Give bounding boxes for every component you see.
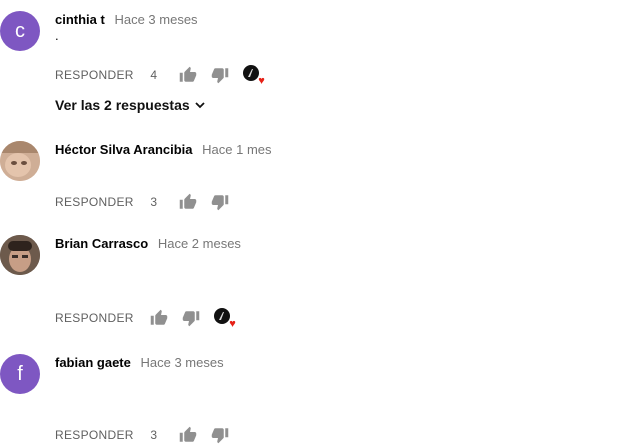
comment-time[interactable]: Hace 3 meses (114, 12, 197, 27)
thumb-up-icon[interactable] (179, 426, 197, 444)
avatar-letter: c (15, 19, 25, 42)
view-replies-button[interactable]: Ver las 2 respuestas (55, 97, 206, 113)
comment-author[interactable]: cinthia t (55, 12, 105, 27)
reply-button[interactable]: RESPONDER (55, 428, 134, 442)
creator-heart-icon: ♥ (242, 65, 265, 87)
comment-author[interactable]: Brian Carrasco (55, 236, 148, 251)
thumb-down-icon[interactable] (211, 193, 229, 211)
reply-button[interactable]: RESPONDER (55, 68, 134, 82)
heart-icon: ♥ (229, 318, 236, 330)
like-count: 3 (150, 428, 158, 442)
comment-time[interactable]: Hace 2 meses (158, 236, 241, 251)
comment-author[interactable]: fabian gaete (55, 355, 131, 370)
avatar-letter: f (17, 362, 23, 385)
thumb-up-icon[interactable] (179, 66, 197, 84)
comment-author[interactable]: Héctor Silva Arancibia (55, 142, 193, 157)
avatar[interactable] (0, 235, 40, 275)
reply-button[interactable]: RESPONDER (55, 195, 134, 209)
avatar[interactable]: c (0, 11, 40, 51)
avatar[interactable]: f (0, 354, 40, 394)
creator-avatar (242, 65, 259, 81)
thumb-down-icon[interactable] (211, 66, 229, 84)
creator-heart-icon: ♥ (213, 308, 236, 330)
thumb-down-icon[interactable] (182, 309, 200, 327)
creator-avatar (213, 308, 230, 324)
like-count: 3 (150, 195, 158, 209)
chevron-down-icon (195, 102, 205, 109)
comment-text: . (55, 28, 59, 43)
reply-button[interactable]: RESPONDER (55, 311, 134, 325)
like-count: 4 (150, 68, 158, 82)
comment-time[interactable]: Hace 3 meses (140, 355, 223, 370)
avatar[interactable] (0, 141, 40, 181)
heart-icon: ♥ (258, 75, 265, 87)
comment-time[interactable]: Hace 1 mes (202, 142, 271, 157)
thumb-down-icon[interactable] (211, 426, 229, 444)
thumb-up-icon[interactable] (179, 193, 197, 211)
view-replies-label: Ver las 2 respuestas (55, 97, 190, 113)
thumb-up-icon[interactable] (150, 309, 168, 327)
